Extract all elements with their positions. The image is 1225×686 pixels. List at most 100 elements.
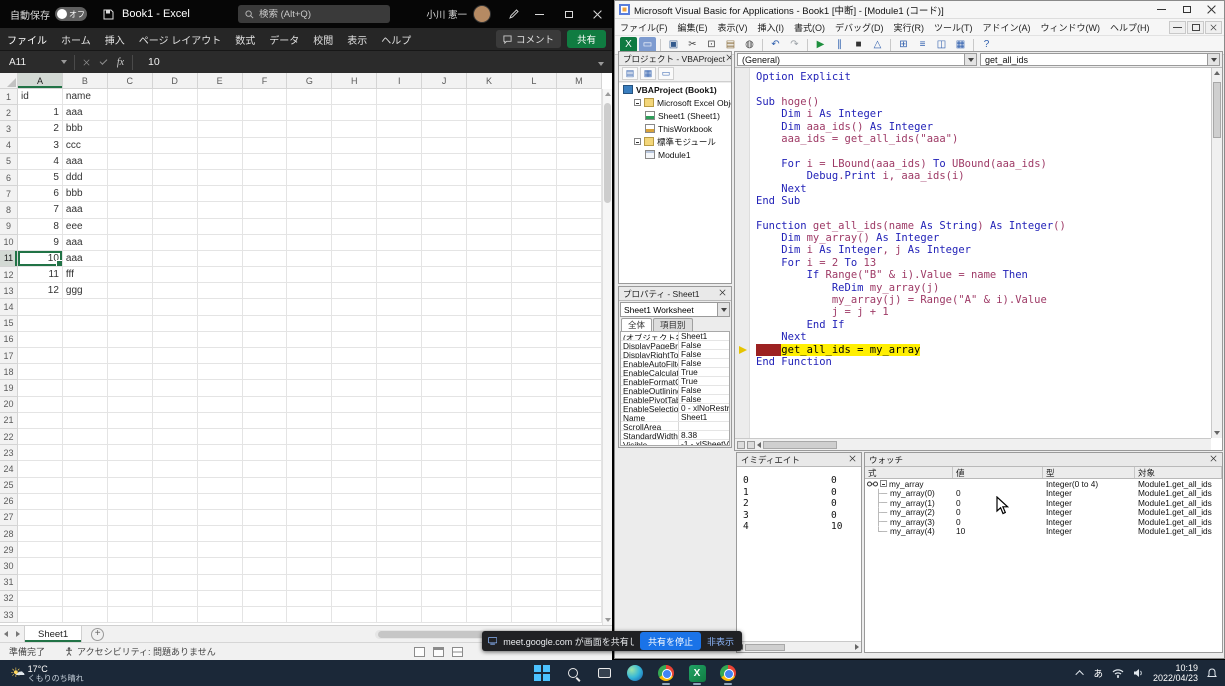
code-line[interactable]: End Function xyxy=(756,356,1211,368)
cell-L8[interactable] xyxy=(512,202,557,218)
cell-F23[interactable] xyxy=(243,445,288,461)
cell-F14[interactable] xyxy=(243,299,288,315)
cell-E21[interactable] xyxy=(198,413,243,429)
code-line[interactable]: If Range("B" & i).Value = name Then xyxy=(756,269,1211,281)
code-line[interactable]: get_all_ids = my_array xyxy=(756,344,1211,356)
cell-E7[interactable] xyxy=(198,186,243,202)
cell-A4[interactable]: 3 xyxy=(18,138,63,154)
cell-E25[interactable] xyxy=(198,478,243,494)
cell-K21[interactable] xyxy=(467,413,512,429)
cell-I1[interactable] xyxy=(377,89,422,105)
immediate-line[interactable]: 410 xyxy=(743,521,861,533)
project-tree-item[interactable]: ThisWorkbook xyxy=(619,122,731,135)
cell-I19[interactable] xyxy=(377,380,422,396)
cell-D24[interactable] xyxy=(153,461,198,477)
cell-A30[interactable] xyxy=(18,558,63,574)
cell-B20[interactable] xyxy=(63,397,108,413)
maximize-button[interactable] xyxy=(1174,1,1199,18)
cell-E18[interactable] xyxy=(198,364,243,380)
project-tree-item[interactable]: Module1 xyxy=(619,148,731,161)
cell-H2[interactable] xyxy=(332,105,377,121)
cell-A16[interactable] xyxy=(18,332,63,348)
immediate-line[interactable]: 30 xyxy=(743,510,861,522)
cell-L5[interactable] xyxy=(512,154,557,170)
cell-J19[interactable] xyxy=(422,380,467,396)
cell-F20[interactable] xyxy=(243,397,288,413)
cell-A3[interactable]: 2 xyxy=(18,121,63,137)
cell-D10[interactable] xyxy=(153,235,198,251)
cell-M17[interactable] xyxy=(557,348,602,364)
cell-L16[interactable] xyxy=(512,332,557,348)
cell-F15[interactable] xyxy=(243,316,288,332)
project-tree-item[interactable]: 標準モジュール xyxy=(619,135,731,148)
vba-menu-2[interactable]: 表示(V) xyxy=(713,21,753,34)
cell-H17[interactable] xyxy=(332,348,377,364)
close-button[interactable] xyxy=(1199,1,1224,18)
cell-L9[interactable] xyxy=(512,219,557,235)
cell-G2[interactable] xyxy=(287,105,332,121)
cell-D23[interactable] xyxy=(153,445,198,461)
ribbon-tab-3[interactable]: ページ レイアウト xyxy=(132,32,229,47)
cell-H15[interactable] xyxy=(332,316,377,332)
cell-I11[interactable] xyxy=(377,251,422,267)
cell-K23[interactable] xyxy=(467,445,512,461)
row-header-22[interactable]: 22 xyxy=(0,429,18,445)
code-line[interactable]: my_array(j) = Range("A" & i).Value xyxy=(756,294,1211,306)
cell-E11[interactable] xyxy=(198,251,243,267)
code-line[interactable]: For i = LBound(aaa_ids) To UBound(aaa_id… xyxy=(756,158,1211,170)
cell-K30[interactable] xyxy=(467,558,512,574)
cell-M11[interactable] xyxy=(557,251,602,267)
cell-K15[interactable] xyxy=(467,316,512,332)
cell-L13[interactable] xyxy=(512,283,557,299)
cell-M33[interactable] xyxy=(557,607,602,623)
cell-M13[interactable] xyxy=(557,283,602,299)
cell-B5[interactable]: aaa xyxy=(63,154,108,170)
cell-E22[interactable] xyxy=(198,429,243,445)
cell-J16[interactable] xyxy=(422,332,467,348)
cell-I8[interactable] xyxy=(377,202,422,218)
cell-D20[interactable] xyxy=(153,397,198,413)
row-header-8[interactable]: 8 xyxy=(0,202,18,218)
cell-F17[interactable] xyxy=(243,348,288,364)
cell-E4[interactable] xyxy=(198,138,243,154)
row-header-11[interactable]: 11 xyxy=(0,251,18,267)
formula-input[interactable]: 10 xyxy=(136,56,598,68)
cell-B21[interactable] xyxy=(63,413,108,429)
cell-C7[interactable] xyxy=(108,186,153,202)
code-line[interactable]: j = j + 1 xyxy=(756,306,1211,318)
cell-I22[interactable] xyxy=(377,429,422,445)
watch-row[interactable]: └─my_array(4)10IntegerModule1.get_all_id… xyxy=(865,527,1222,537)
cell-C32[interactable] xyxy=(108,591,153,607)
scroll-left-icon[interactable] xyxy=(757,442,761,448)
cell-A21[interactable] xyxy=(18,413,63,429)
cell-H32[interactable] xyxy=(332,591,377,607)
taskbar-button-start[interactable] xyxy=(530,661,554,685)
cell-A26[interactable] xyxy=(18,494,63,510)
cell-G30[interactable] xyxy=(287,558,332,574)
cell-L2[interactable] xyxy=(512,105,557,121)
column-header-J[interactable]: J xyxy=(422,73,467,89)
object-selector[interactable]: Sheet1 Worksheet xyxy=(620,302,730,317)
cell-I9[interactable] xyxy=(377,219,422,235)
cell-C8[interactable] xyxy=(108,202,153,218)
cell-H9[interactable] xyxy=(332,219,377,235)
cell-G25[interactable] xyxy=(287,478,332,494)
cell-F3[interactable] xyxy=(243,121,288,137)
row-header-23[interactable]: 23 xyxy=(0,445,18,461)
cell-F21[interactable] xyxy=(243,413,288,429)
row-header-24[interactable]: 24 xyxy=(0,461,18,477)
cell-M14[interactable] xyxy=(557,299,602,315)
vba-menu-7[interactable]: ツール(T) xyxy=(929,21,978,34)
wifi-icon[interactable] xyxy=(1112,668,1124,678)
cell-C26[interactable] xyxy=(108,494,153,510)
code-vertical-scrollbar[interactable] xyxy=(1211,68,1222,438)
cell-J8[interactable] xyxy=(422,202,467,218)
watch-row[interactable]: ├─my_array(1)0IntegerModule1.get_all_ids xyxy=(865,498,1222,508)
cell-F7[interactable] xyxy=(243,186,288,202)
cell-H21[interactable] xyxy=(332,413,377,429)
cell-A6[interactable]: 5 xyxy=(18,170,63,186)
cell-A2[interactable]: 1 xyxy=(18,105,63,121)
code-line[interactable]: Option Explicit xyxy=(756,71,1211,83)
cell-F9[interactable] xyxy=(243,219,288,235)
insert-function-icon[interactable]: fx xyxy=(112,57,129,68)
